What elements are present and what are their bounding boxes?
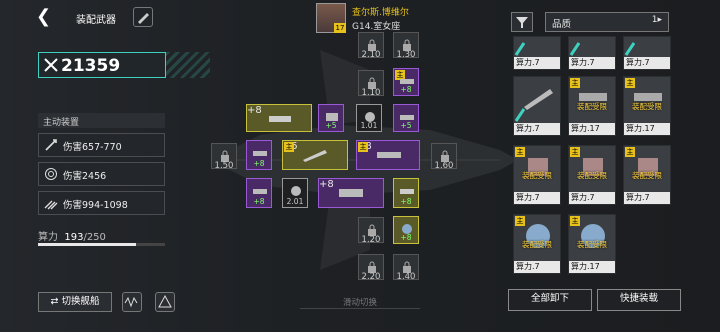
feather-icon	[138, 13, 149, 24]
teal-grade-icon	[569, 42, 581, 56]
inventory-card[interactable]: 主装配受限 算力.7	[513, 214, 561, 274]
inventory-card[interactable]: 主装配受限 算力.7	[513, 145, 561, 205]
combat-power-box: 21359	[38, 52, 166, 78]
inventory-card[interactable]: 主装配受限 算力.17	[568, 76, 616, 136]
slot-equipped[interactable]: +8	[393, 178, 419, 208]
slot-equipped[interactable]: 主+5	[282, 140, 348, 170]
warning-text: 装配受限	[632, 102, 662, 111]
combat-power-value: 21359	[61, 56, 121, 76]
warning-text: 装配受限	[522, 240, 552, 249]
filter-button[interactable]	[511, 12, 533, 32]
sort-arrow-icon: 1▸	[651, 15, 662, 25]
stat-row: 伤害657-770	[38, 133, 165, 157]
swap-icon: ⇄	[50, 296, 59, 307]
stat-row: 伤害994-1098	[38, 191, 165, 215]
slot-equipped[interactable]: 2.01	[282, 178, 308, 208]
compute-bar-fill	[38, 243, 137, 246]
quality-sort-dropdown[interactable]: 品质 1▸	[545, 12, 669, 32]
decor-stripes	[166, 52, 210, 78]
unload-all-button[interactable]: 全部卸下	[508, 289, 592, 311]
warning-text: 装配受限	[522, 171, 552, 180]
pilot-code: G14.室女座	[352, 22, 401, 32]
swipe-hint: 滑动切换	[300, 296, 420, 309]
pilot-name: 查尔斯.博维尔	[352, 8, 409, 18]
warning-text: 装配受限	[577, 240, 607, 249]
slot-equipped[interactable]: +8	[246, 104, 312, 132]
inventory-card[interactable]: 主装配受限 算力.7	[623, 145, 671, 205]
inventory-card[interactable]: 主装配受限 算力.17	[568, 214, 616, 274]
wave-button[interactable]	[122, 292, 142, 312]
warning-text: 装配受限	[577, 171, 607, 180]
slot-equipped[interactable]: +8	[246, 178, 272, 208]
slot-equipped[interactable]: +5	[393, 104, 419, 132]
slot-equipped[interactable]: 主+8	[356, 140, 420, 170]
inventory-card[interactable]: 主装配受限 算力.7	[568, 145, 616, 205]
emblem-icon	[158, 294, 172, 308]
slot-equipped[interactable]: +8	[318, 178, 384, 208]
quick-equip-button[interactable]: 快捷装载	[597, 289, 681, 311]
compute-readout: 算力 193/250	[38, 232, 106, 243]
pilot-avatar[interactable]: 17	[316, 3, 346, 33]
emblem-button[interactable]	[155, 292, 175, 312]
warning-text: 装配受限	[632, 171, 662, 180]
wave-icon	[124, 296, 138, 308]
railgun-icon	[524, 89, 553, 110]
inventory-card[interactable]: 算力.7	[568, 36, 616, 70]
cannon-icon	[377, 152, 401, 158]
warning-text: 装配受限	[577, 102, 607, 111]
pilot-level: 17	[334, 23, 346, 33]
target-icon	[45, 168, 57, 180]
inventory-card[interactable]: 算力.7	[513, 36, 561, 70]
rename-button[interactable]	[133, 7, 153, 27]
multi-missile-icon	[44, 200, 58, 210]
crossed-swords-icon	[44, 58, 58, 72]
teal-grade-icon	[514, 108, 526, 122]
railgun-icon	[303, 150, 327, 162]
slot-equipped[interactable]: 1.01	[356, 104, 382, 132]
slot-equipped[interactable]: 主+8	[393, 68, 419, 96]
filter-icon	[516, 17, 528, 28]
cannon-icon	[269, 116, 291, 122]
active-equipment-label: 主动装置	[38, 113, 165, 128]
back-button[interactable]: ❮	[36, 8, 56, 28]
slot-equipped[interactable]: +5	[318, 104, 344, 132]
inventory-card[interactable]: 主装配受限 算力.17	[623, 76, 671, 136]
slot-equipped[interactable]: +8	[246, 140, 272, 170]
stat-row: 伤害2456	[38, 162, 165, 186]
slot-equipped[interactable]: +8	[393, 216, 419, 244]
switch-ship-button[interactable]: ⇄ 切换舰船	[38, 292, 112, 312]
page-title: 装配武器	[76, 15, 116, 26]
missile-icon	[45, 139, 57, 151]
inventory-grid[interactable]: 算力.7 算力.7 算力.7 算力.7 主装配受限 算力.17 主装配受限 算力.1…	[509, 36, 685, 284]
teal-grade-icon	[514, 42, 526, 56]
inventory-card[interactable]: 算力.7	[513, 76, 561, 136]
teal-grade-icon	[624, 42, 636, 56]
gatling-icon	[339, 189, 363, 197]
compute-bar	[38, 243, 165, 246]
inventory-card[interactable]: 算力.7	[623, 36, 671, 70]
